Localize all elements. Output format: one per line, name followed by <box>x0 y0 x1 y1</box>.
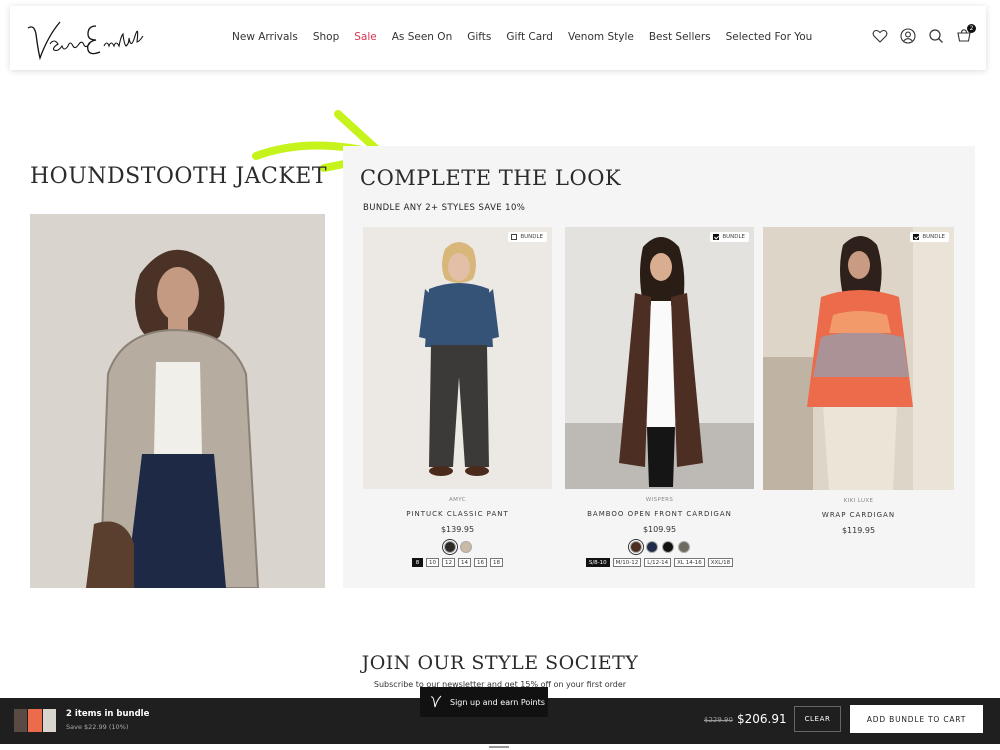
size-option[interactable]: XL 14-16 <box>674 558 705 567</box>
checkbox-unchecked-icon <box>511 234 518 240</box>
product-brand: AMYC <box>448 497 466 503</box>
bundle-label: BUNDLE <box>520 234 543 240</box>
site-header: New Arrivals Shop Sale As Seen On Gifts … <box>10 6 986 70</box>
cart-count-badge: 2 <box>967 24 976 33</box>
size-option[interactable]: XXL/18 <box>707 558 734 567</box>
bundle-savings: Save $22.99 (10%) <box>66 723 129 731</box>
brand-logo[interactable] <box>24 14 156 64</box>
bundle-label: BUNDLE <box>722 234 745 240</box>
product-photo[interactable]: BUNDLE <box>565 227 754 489</box>
complete-look-subtitle: BUNDLE ANY 2+ STYLES SAVE 10% <box>363 203 526 213</box>
bundle-product-card[interactable]: BUNDLE KIKI LUXE WRAP CARDIGAN $119.95 <box>763 227 954 535</box>
points-signup-button[interactable]: Sign up and earn Points <box>420 687 548 717</box>
size-options: 8 10 12 14 16 18 <box>363 558 552 567</box>
size-option[interactable]: L/12-14 <box>644 558 672 567</box>
nav-gift-card[interactable]: Gift Card <box>506 31 553 43</box>
size-option[interactable]: 8 <box>412 558 423 567</box>
size-option[interactable]: 14 <box>458 558 471 567</box>
color-swatches <box>363 541 552 553</box>
swatch-black[interactable] <box>661 541 674 553</box>
swatch-beige[interactable] <box>459 541 472 553</box>
bundle-label: BUNDLE <box>922 234 945 240</box>
nav-new-arrivals[interactable]: New Arrivals <box>232 31 298 43</box>
bundle-checkbox[interactable]: BUNDLE <box>710 232 749 242</box>
complete-the-look-panel: COMPLETE THE LOOK BUNDLE ANY 2+ STYLES S… <box>343 146 975 588</box>
bundle-product-card[interactable]: BUNDLE WISPERS BAMBOO OPEN FRONT CARDIGA… <box>565 227 754 567</box>
swatch-brown[interactable] <box>629 541 642 553</box>
header-icons: 2 <box>872 24 976 44</box>
nav-as-seen-on[interactable]: As Seen On <box>392 31 453 43</box>
main-nav: New Arrivals Shop Sale As Seen On Gifts … <box>232 31 827 43</box>
product-name[interactable]: PINTUCK CLASSIC PANT <box>363 510 552 518</box>
bundle-new-price: $206.91 <box>737 712 787 726</box>
nav-sale[interactable]: Sale <box>354 31 376 43</box>
nav-shop[interactable]: Shop <box>313 31 339 43</box>
bundle-thumbnails <box>14 709 56 732</box>
heart-icon[interactable] <box>872 28 888 44</box>
bundle-count: 2 items in bundle <box>66 709 150 719</box>
product-price: $109.95 <box>642 525 677 534</box>
product-brand: WISPERS <box>645 497 674 503</box>
product-photo[interactable]: BUNDLE <box>763 227 954 490</box>
search-icon[interactable] <box>928 28 944 44</box>
product-image <box>30 214 325 588</box>
product-brand: KIKI LUXE <box>843 498 874 504</box>
product-name[interactable]: BAMBOO OPEN FRONT CARDIGAN <box>565 510 754 518</box>
color-swatches <box>565 541 754 553</box>
size-options: S/8-10 M/10-12 L/12-14 XL 14-16 XXL/18 <box>565 558 754 567</box>
cart-button[interactable]: 2 <box>956 24 976 44</box>
size-option[interactable]: S/8-10 <box>585 558 610 567</box>
swatch-navy[interactable] <box>645 541 658 553</box>
bundle-checkbox[interactable]: BUNDLE <box>910 232 949 242</box>
add-bundle-to-cart-button[interactable]: ADD BUNDLE TO CART <box>850 705 983 733</box>
product-name[interactable]: WRAP CARDIGAN <box>763 511 954 519</box>
points-label: Sign up and earn Points <box>450 697 545 707</box>
product-photo[interactable]: BUNDLE <box>363 227 552 489</box>
size-option[interactable]: M/10-12 <box>612 558 642 567</box>
checkbox-checked-icon <box>713 234 720 240</box>
bundle-checkbox[interactable]: BUNDLE <box>508 232 547 242</box>
size-option[interactable]: 16 <box>474 558 487 567</box>
swatch-charcoal[interactable] <box>443 541 456 553</box>
size-option[interactable]: 10 <box>426 558 439 567</box>
nav-selected-for-you[interactable]: Selected For You <box>726 31 813 43</box>
bundle-old-price: $229.90 <box>704 716 733 724</box>
newsletter-title: JOIN OUR STYLE SOCIETY <box>361 652 639 674</box>
bundle-product-card[interactable]: BUNDLE AMYC PINTUCK CLASSIC PANT $139.95… <box>363 227 552 567</box>
nav-gifts[interactable]: Gifts <box>467 31 491 43</box>
size-option[interactable]: 12 <box>442 558 455 567</box>
nav-best-sellers[interactable]: Best Sellers <box>649 31 711 43</box>
swatch-taupe[interactable] <box>677 541 690 553</box>
clear-bundle-button[interactable]: CLEAR <box>794 706 841 732</box>
brand-monogram-icon <box>430 695 442 708</box>
size-option[interactable]: 18 <box>490 558 503 567</box>
product-title: HOUNDSTOOTH JACKET <box>30 164 328 189</box>
nav-venom-style[interactable]: Venom Style <box>568 31 634 43</box>
account-icon[interactable] <box>900 28 916 44</box>
complete-look-title: COMPLETE THE LOOK <box>360 166 622 190</box>
product-price: $119.95 <box>841 526 876 535</box>
checkbox-checked-icon <box>913 234 920 240</box>
product-price: $139.95 <box>440 525 475 534</box>
scroll-indicator <box>489 746 509 748</box>
